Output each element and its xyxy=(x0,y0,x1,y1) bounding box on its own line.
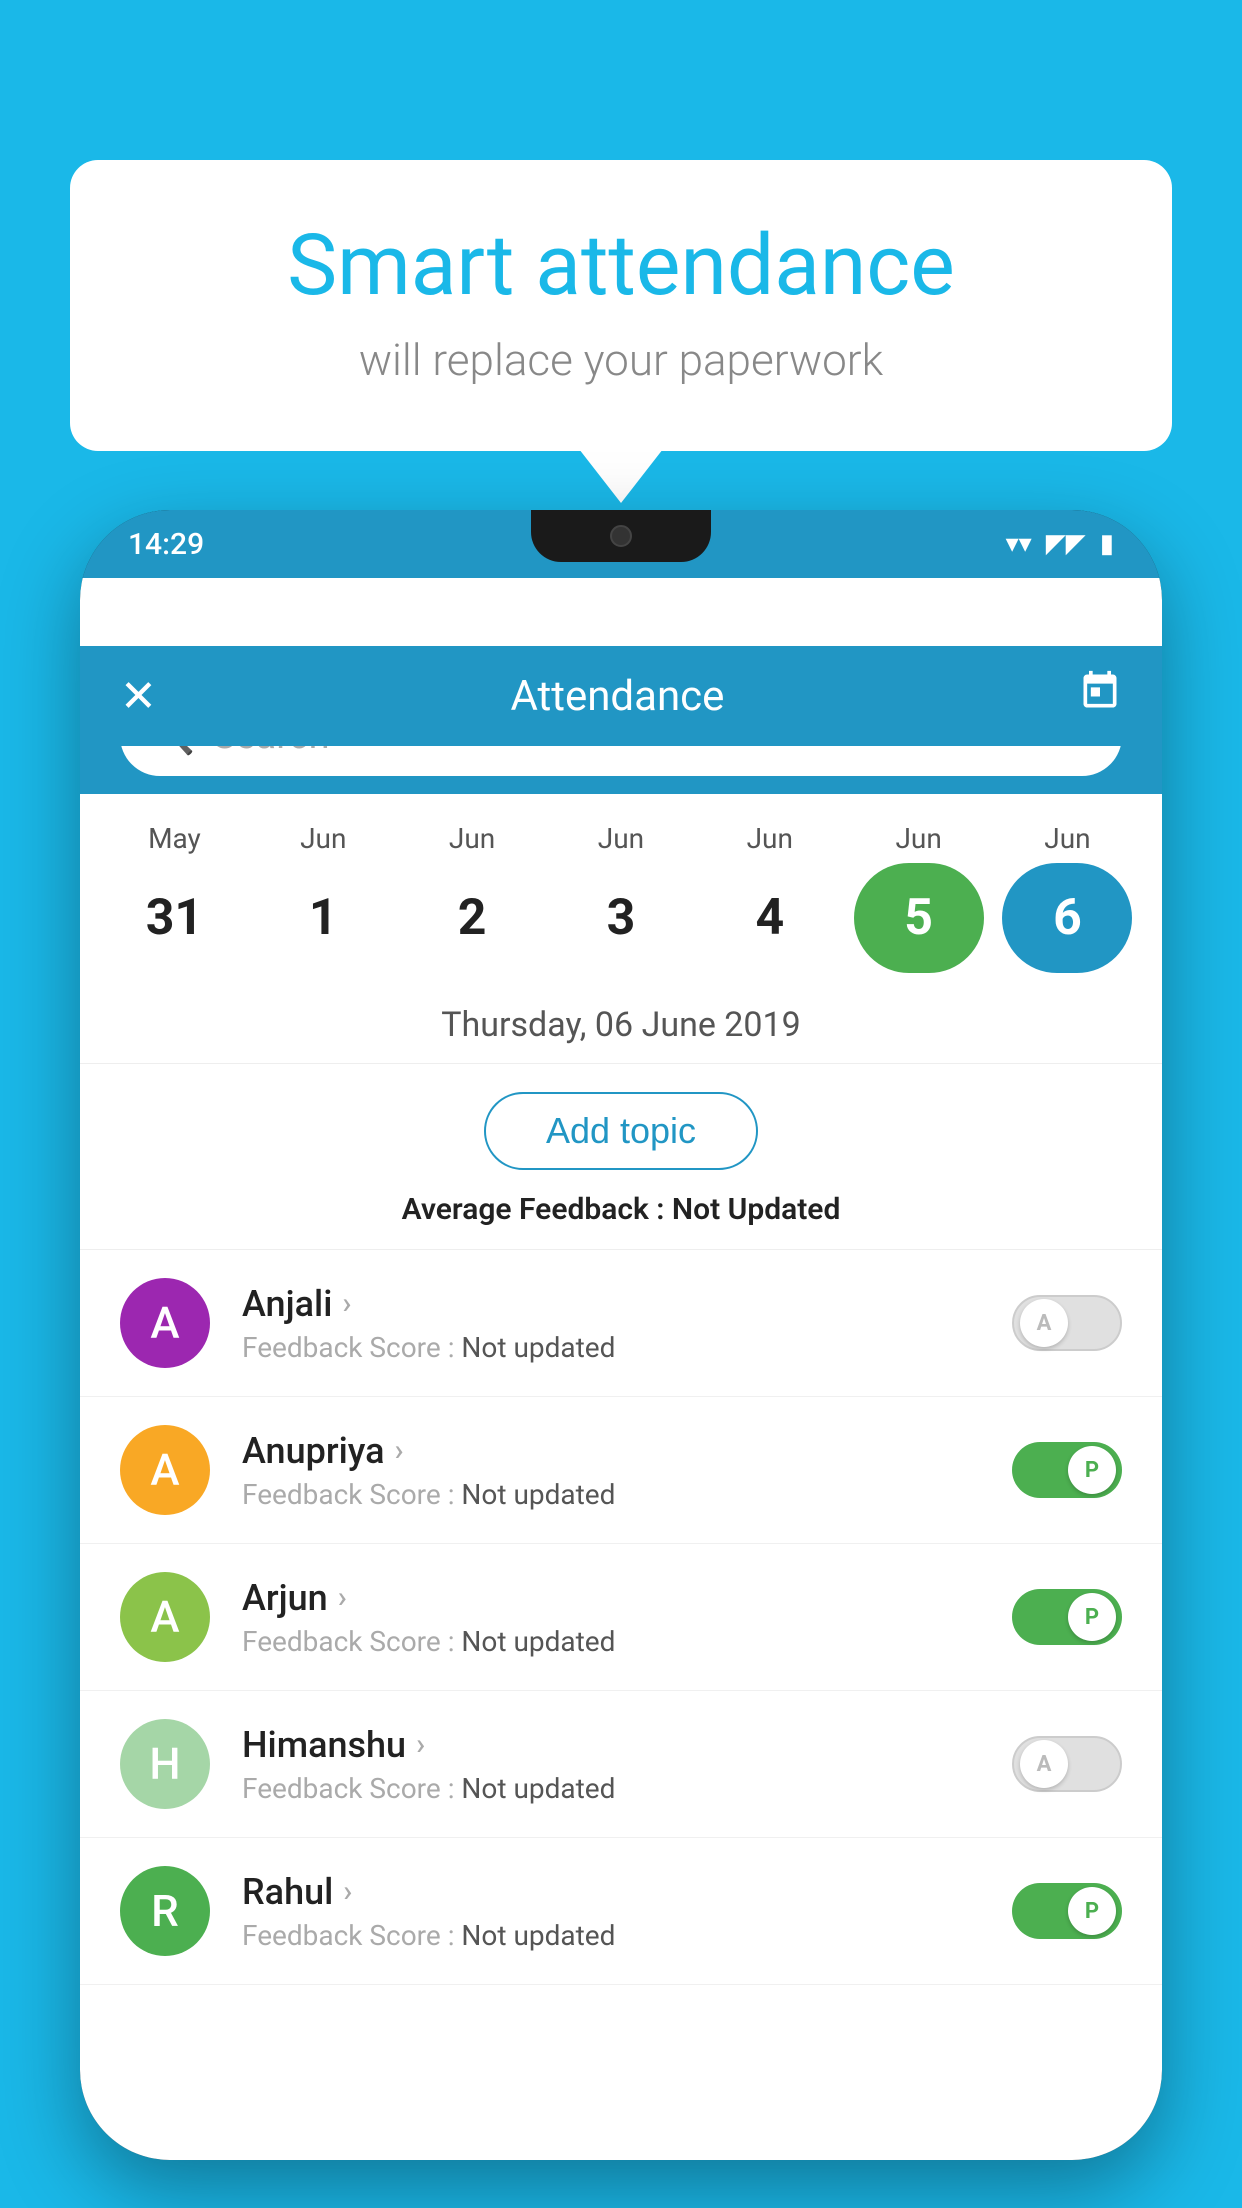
month-1: Jun xyxy=(258,822,388,855)
student-name-1[interactable]: Anupriya › xyxy=(242,1430,1012,1472)
student-feedback-1: Feedback Score : Not updated xyxy=(242,1478,1012,1511)
toggle-knob-3: A xyxy=(1020,1740,1068,1788)
chevron-icon-4: › xyxy=(343,1874,352,1909)
calendar-svg-icon xyxy=(1078,669,1122,713)
phone-screen: ✕ Attendance 🔍 Search xyxy=(80,578,1162,2160)
close-button[interactable]: ✕ xyxy=(120,670,157,722)
student-item-3[interactable]: H Himanshu › Feedback Score : Not update… xyxy=(80,1691,1162,1838)
month-5: Jun xyxy=(854,822,984,855)
student-info-0: Anjali › Feedback Score : Not updated xyxy=(242,1283,1012,1364)
student-item-0[interactable]: A Anjali › Feedback Score : Not updated … xyxy=(80,1250,1162,1397)
toggle-container-1[interactable]: P xyxy=(1012,1442,1122,1498)
status-time: 14:29 xyxy=(128,527,204,562)
toggle-knob-1: P xyxy=(1068,1446,1116,1494)
phone-frame: 14:29 ▾▾ ◤◤ ▮ ✕ Attendance xyxy=(80,510,1162,2160)
student-info-3: Himanshu › Feedback Score : Not updated xyxy=(242,1724,1012,1805)
student-name-3[interactable]: Himanshu › xyxy=(242,1724,1012,1766)
calendar-day-3[interactable]: 3 xyxy=(556,863,686,973)
calendar-day-2[interactable]: 2 xyxy=(407,863,537,973)
speech-bubble-container: Smart attendance will replace your paper… xyxy=(70,160,1172,451)
month-0: May xyxy=(109,822,239,855)
chevron-icon-0: › xyxy=(342,1286,351,1321)
chevron-icon-1: › xyxy=(395,1433,404,1468)
calendar-section: May Jun Jun Jun Jun Jun Jun 31 1 2 3 4 xyxy=(80,794,1162,983)
student-avatar-4: R xyxy=(120,1866,210,1956)
student-feedback-3: Feedback Score : Not updated xyxy=(242,1772,1012,1805)
selected-date-label: Thursday, 06 June 2019 xyxy=(441,1005,801,1045)
calendar-day-5-today[interactable]: 5 xyxy=(854,863,984,973)
student-info-1: Anupriya › Feedback Score : Not updated xyxy=(242,1430,1012,1511)
bubble-title: Smart attendance xyxy=(150,220,1092,312)
calendar-day-1[interactable]: 1 xyxy=(258,863,388,973)
add-topic-button[interactable]: Add topic xyxy=(484,1092,758,1170)
add-topic-section: Add topic xyxy=(80,1064,1162,1192)
student-avatar-0: A xyxy=(120,1278,210,1368)
bubble-subtitle: will replace your paperwork xyxy=(150,334,1092,386)
student-item-1[interactable]: A Anupriya › Feedback Score : Not update… xyxy=(80,1397,1162,1544)
phone-notch xyxy=(531,510,711,562)
student-avatar-1: A xyxy=(120,1425,210,1515)
calendar-icon[interactable] xyxy=(1078,669,1122,723)
student-info-4: Rahul › Feedback Score : Not updated xyxy=(242,1871,1012,1952)
student-name-0[interactable]: Anjali › xyxy=(242,1283,1012,1325)
date-label-section: Thursday, 06 June 2019 xyxy=(80,983,1162,1064)
student-avatar-3: H xyxy=(120,1719,210,1809)
calendar-day-6-selected[interactable]: 6 xyxy=(1002,863,1132,973)
toggle-knob-2: P xyxy=(1068,1593,1116,1641)
wifi-icon: ▾▾ xyxy=(1006,529,1032,559)
camera xyxy=(610,525,632,547)
status-icons: ▾▾ ◤◤ ▮ xyxy=(1006,529,1114,559)
student-item-4[interactable]: R Rahul › Feedback Score : Not updated P xyxy=(80,1838,1162,1985)
app-bar: ✕ Attendance xyxy=(80,646,1162,746)
calendar-day-31[interactable]: 31 xyxy=(109,863,239,973)
average-feedback: Average Feedback : Not Updated xyxy=(80,1192,1162,1250)
toggle-container-0[interactable]: A xyxy=(1012,1295,1122,1351)
student-name-2[interactable]: Arjun › xyxy=(242,1577,1012,1619)
calendar-dates: 31 1 2 3 4 5 6 xyxy=(80,863,1162,973)
calendar-day-4[interactable]: 4 xyxy=(705,863,835,973)
attendance-toggle-4[interactable]: P xyxy=(1012,1883,1122,1939)
student-feedback-2: Feedback Score : Not updated xyxy=(242,1625,1012,1658)
screen-content: 🔍 Search May Jun Jun Jun Jun Jun Jun xyxy=(80,678,1162,2160)
student-list: A Anjali › Feedback Score : Not updated … xyxy=(80,1250,1162,1985)
toggle-knob-0: A xyxy=(1020,1299,1068,1347)
average-feedback-label: Average Feedback : xyxy=(402,1192,665,1227)
speech-bubble: Smart attendance will replace your paper… xyxy=(70,160,1172,451)
student-feedback-0: Feedback Score : Not updated xyxy=(242,1331,1012,1364)
toggle-knob-4: P xyxy=(1068,1887,1116,1935)
calendar-months: May Jun Jun Jun Jun Jun Jun xyxy=(80,822,1162,855)
attendance-toggle-0[interactable]: A xyxy=(1012,1295,1122,1351)
phone-container: 14:29 ▾▾ ◤◤ ▮ ✕ Attendance xyxy=(80,510,1162,2208)
signal-icon: ◤◤ xyxy=(1046,529,1086,559)
month-2: Jun xyxy=(407,822,537,855)
student-name-4[interactable]: Rahul › xyxy=(242,1871,1012,1913)
attendance-toggle-3[interactable]: A xyxy=(1012,1736,1122,1792)
chevron-icon-3: › xyxy=(416,1727,425,1762)
attendance-toggle-1[interactable]: P xyxy=(1012,1442,1122,1498)
chevron-icon-2: › xyxy=(338,1580,347,1615)
month-3: Jun xyxy=(556,822,686,855)
student-avatar-2: A xyxy=(120,1572,210,1662)
average-feedback-value: Not Updated xyxy=(672,1192,840,1227)
toggle-container-3[interactable]: A xyxy=(1012,1736,1122,1792)
month-6: Jun xyxy=(1002,822,1132,855)
toggle-container-2[interactable]: P xyxy=(1012,1589,1122,1645)
student-feedback-4: Feedback Score : Not updated xyxy=(242,1919,1012,1952)
student-info-2: Arjun › Feedback Score : Not updated xyxy=(242,1577,1012,1658)
student-item-2[interactable]: A Arjun › Feedback Score : Not updated P xyxy=(80,1544,1162,1691)
battery-icon: ▮ xyxy=(1100,529,1114,559)
attendance-toggle-2[interactable]: P xyxy=(1012,1589,1122,1645)
month-4: Jun xyxy=(705,822,835,855)
app-bar-title: Attendance xyxy=(157,672,1078,721)
toggle-container-4[interactable]: P xyxy=(1012,1883,1122,1939)
